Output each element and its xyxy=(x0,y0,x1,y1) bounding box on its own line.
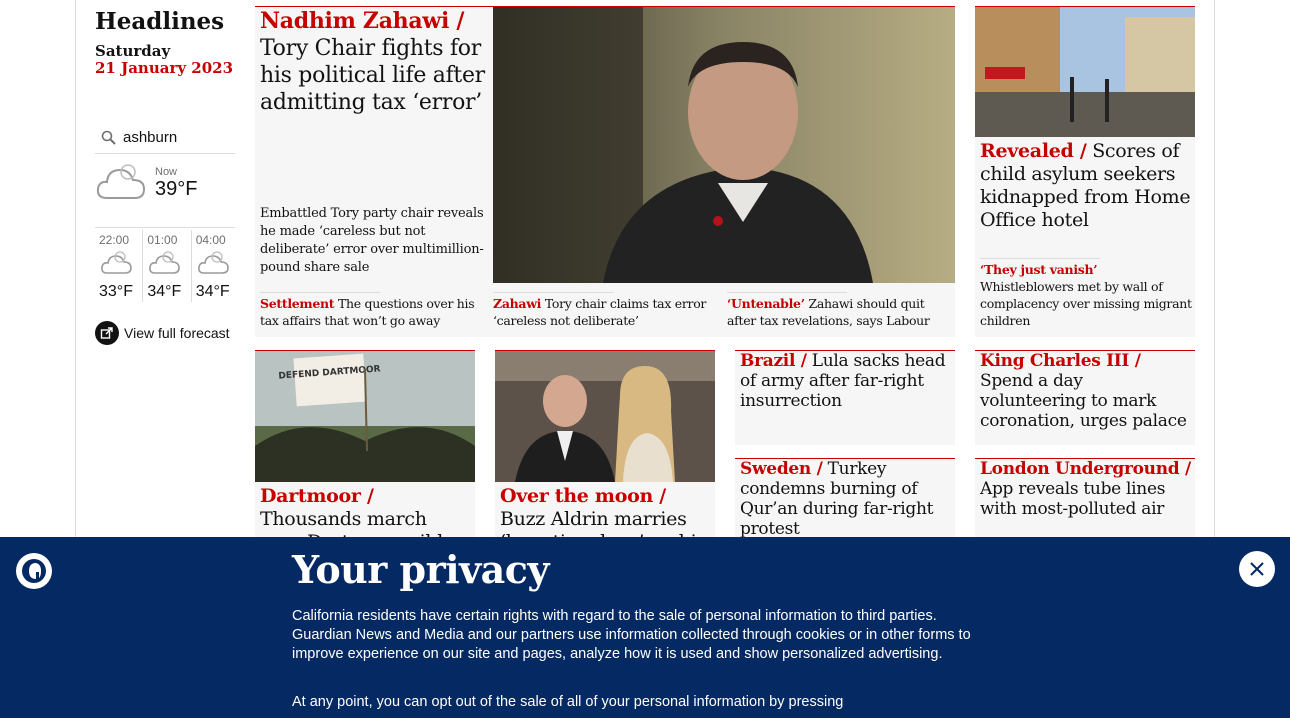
weather-now-label: Now xyxy=(155,166,178,178)
external-link-icon xyxy=(95,321,119,345)
tube-headline[interactable]: London Underground / App reveals tube li… xyxy=(980,459,1192,519)
brazil-headline[interactable]: Brazil / Lula sacks head of army after f… xyxy=(740,351,952,411)
lead-sublink[interactable]: ‘Untenable’ Zahawi should quit after tax… xyxy=(727,295,953,329)
weather-hour-time: 22:00 xyxy=(99,233,130,247)
date-full: 21 January 2023 xyxy=(95,59,234,77)
lead-sublink[interactable]: Settlement The questions over his tax af… xyxy=(260,295,486,329)
cloudy-icon xyxy=(95,158,147,206)
sweden-headline[interactable]: Sweden / Turkey condemns burning of Qur’… xyxy=(740,459,952,539)
weather-now-temp: 39°F xyxy=(155,178,198,200)
section-title: Headlines xyxy=(95,8,225,35)
view-forecast-label[interactable]: View full forecast xyxy=(124,325,230,341)
weather-hour-time: 04:00 xyxy=(195,233,226,247)
close-button[interactable] xyxy=(1239,551,1275,587)
privacy-title: Your privacy xyxy=(292,547,550,592)
privacy-banner: Your privacy California residents have c… xyxy=(0,537,1290,718)
view-forecast-link[interactable]: View full forecast xyxy=(95,321,230,345)
weather-hour: 04:00 34°F xyxy=(192,230,240,302)
weather-hour-temp: 33°F xyxy=(99,283,133,300)
charles-headline[interactable]: King Charles III / Spend a day volunteer… xyxy=(980,351,1192,431)
partly-cloudy-icon xyxy=(147,248,181,280)
dartmoor-image[interactable]: DEFEND DARTMOOR xyxy=(255,351,475,482)
lead-image[interactable] xyxy=(493,7,955,283)
divider xyxy=(980,258,1100,259)
lead-kicker: Nadhim Zahawi / xyxy=(260,8,465,34)
privacy-body-optout: At any point, you can opt out of the sal… xyxy=(292,694,844,710)
date-day: Saturday xyxy=(95,42,171,60)
weather-hour-temp: 34°F xyxy=(147,283,182,300)
weather-location-search[interactable]: ashburn xyxy=(95,122,235,154)
lead-sublink[interactable]: Zahawi Tory chair claims tax error ‘care… xyxy=(493,295,719,329)
revealed-sublink[interactable]: ‘They just vanish’ Whistleblowers met by… xyxy=(980,261,1192,329)
revealed-headline[interactable]: Revealed / Scores of child asylum seeker… xyxy=(980,140,1192,232)
divider xyxy=(260,292,380,293)
weather-now: Now 39°F xyxy=(95,158,235,228)
lead-headline-text: Tory Chair fights for his political life… xyxy=(260,36,485,115)
weather-hour-time: 01:00 xyxy=(147,233,178,247)
lead-trail: Embattled Tory party chair reveals he ma… xyxy=(260,206,484,275)
weather-hourly: 22:00 33°F 01:00 34°F 04:00 34°F xyxy=(95,230,240,302)
weather-location[interactable]: ashburn xyxy=(123,129,177,146)
divider xyxy=(493,292,613,293)
weather-hour-temp: 34°F xyxy=(195,283,230,300)
weather-hour: 22:00 33°F xyxy=(95,230,144,302)
privacy-body: California residents have certain rights… xyxy=(292,608,971,662)
aldrin-image[interactable] xyxy=(495,351,715,482)
divider xyxy=(727,292,847,293)
lead-headline[interactable]: Nadhim Zahawi / Tory Chair fights for hi… xyxy=(260,8,488,116)
revealed-image[interactable] xyxy=(975,7,1195,137)
guardian-logo-icon xyxy=(16,553,52,589)
partly-cloudy-icon xyxy=(99,248,133,280)
partly-cloudy-icon xyxy=(196,248,230,280)
search-icon xyxy=(95,130,123,146)
close-icon xyxy=(1250,562,1264,576)
weather-hour: 01:00 34°F xyxy=(143,230,192,302)
